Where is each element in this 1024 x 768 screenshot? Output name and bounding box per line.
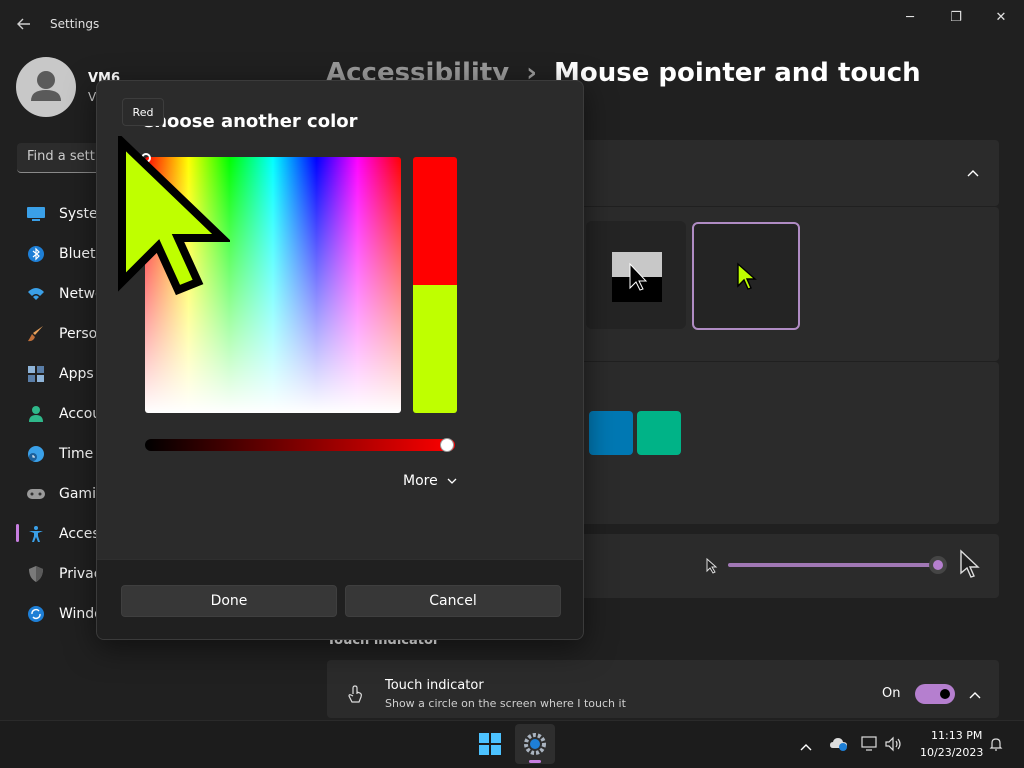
- sidebar-item-label: Accou: [59, 406, 102, 422]
- current-color-preview: [413, 157, 457, 285]
- user-email: V: [88, 90, 97, 104]
- user-icon: [31, 71, 61, 101]
- large-pointer-icon: [958, 548, 982, 580]
- pointer-size-slider[interactable]: [728, 563, 938, 567]
- breadcrumb-current: Mouse pointer and touch: [554, 58, 921, 88]
- volume-icon[interactable]: [884, 736, 904, 752]
- network-icon: [25, 283, 47, 305]
- touch-indicator-title: Touch indicator: [385, 678, 484, 693]
- shield-icon: [25, 563, 47, 585]
- cancel-button[interactable]: Cancel: [345, 585, 561, 617]
- color-value-slider[interactable]: [145, 439, 455, 451]
- sidebar-item-label: Acces: [59, 526, 100, 542]
- gaming-icon: [25, 483, 47, 505]
- dialog-title: Choose another color: [141, 111, 358, 132]
- onedrive-icon[interactable]: [829, 736, 849, 752]
- small-pointer-icon: [705, 557, 719, 575]
- custom-pointer-icon: [736, 262, 758, 292]
- start-button[interactable]: [478, 732, 502, 756]
- personalization-icon: [25, 323, 47, 345]
- system-icon: [25, 203, 47, 225]
- apps-icon: [25, 363, 47, 385]
- inverted-pointer-icon: [612, 252, 662, 302]
- time-language-icon: [25, 443, 47, 465]
- taskbar-settings-app[interactable]: [515, 724, 555, 764]
- taskbar-time[interactable]: 11:13 PM: [931, 729, 982, 742]
- pointer-size-slider-thumb[interactable]: [929, 556, 947, 574]
- large-cursor-icon: [114, 132, 232, 296]
- done-button[interactable]: Done: [121, 585, 337, 617]
- accessibility-icon: [25, 523, 47, 545]
- pointer-style-card-header[interactable]: [580, 140, 999, 206]
- new-color-preview: [413, 285, 457, 413]
- sidebar-item-label: Time: [59, 446, 94, 462]
- sidebar-item-label: Apps: [59, 366, 94, 382]
- pointer-style-options: [580, 207, 999, 361]
- color-swatch-blue[interactable]: [589, 411, 633, 455]
- taskbar-date[interactable]: 10/23/2023: [920, 746, 983, 759]
- more-button[interactable]: More: [403, 473, 458, 489]
- color-value-slider-thumb[interactable]: [440, 438, 454, 452]
- app-title: Settings: [50, 17, 100, 31]
- maximize-button[interactable]: ❐: [933, 0, 979, 34]
- windows-logo-icon: [479, 733, 501, 755]
- notification-bell-icon[interactable]: [988, 736, 1004, 752]
- accounts-icon: [25, 403, 47, 425]
- network-status-icon[interactable]: [860, 736, 880, 752]
- windows-update-icon: [25, 603, 47, 625]
- pointer-style-custom[interactable]: [692, 222, 800, 330]
- touch-hand-icon: [345, 684, 365, 704]
- toggle-state-label: On: [882, 686, 901, 701]
- search-input[interactable]: Find a setti: [27, 149, 98, 164]
- close-button[interactable]: ✕: [978, 0, 1024, 34]
- more-label: More: [403, 473, 438, 489]
- chevron-up-icon[interactable]: [968, 688, 982, 702]
- touch-indicator-toggle[interactable]: [915, 684, 955, 704]
- gear-icon: [524, 733, 546, 763]
- color-tooltip: Red: [122, 98, 164, 126]
- bluetooth-icon: [25, 243, 47, 265]
- back-icon[interactable]: [14, 14, 34, 34]
- chevron-up-icon[interactable]: [799, 738, 813, 751]
- chevron-down-icon: [447, 478, 457, 484]
- title-bar: Settings ─ ❐ ✕: [0, 0, 1024, 48]
- touch-indicator-description: Show a circle on the screen where I touc…: [385, 697, 626, 710]
- minimize-button[interactable]: ─: [887, 0, 933, 34]
- pointer-style-inverted[interactable]: [586, 221, 686, 329]
- avatar[interactable]: [16, 57, 76, 117]
- chevron-up-icon[interactable]: [966, 166, 980, 180]
- recommended-colors-card: [580, 362, 999, 524]
- color-swatch-teal[interactable]: [637, 411, 681, 455]
